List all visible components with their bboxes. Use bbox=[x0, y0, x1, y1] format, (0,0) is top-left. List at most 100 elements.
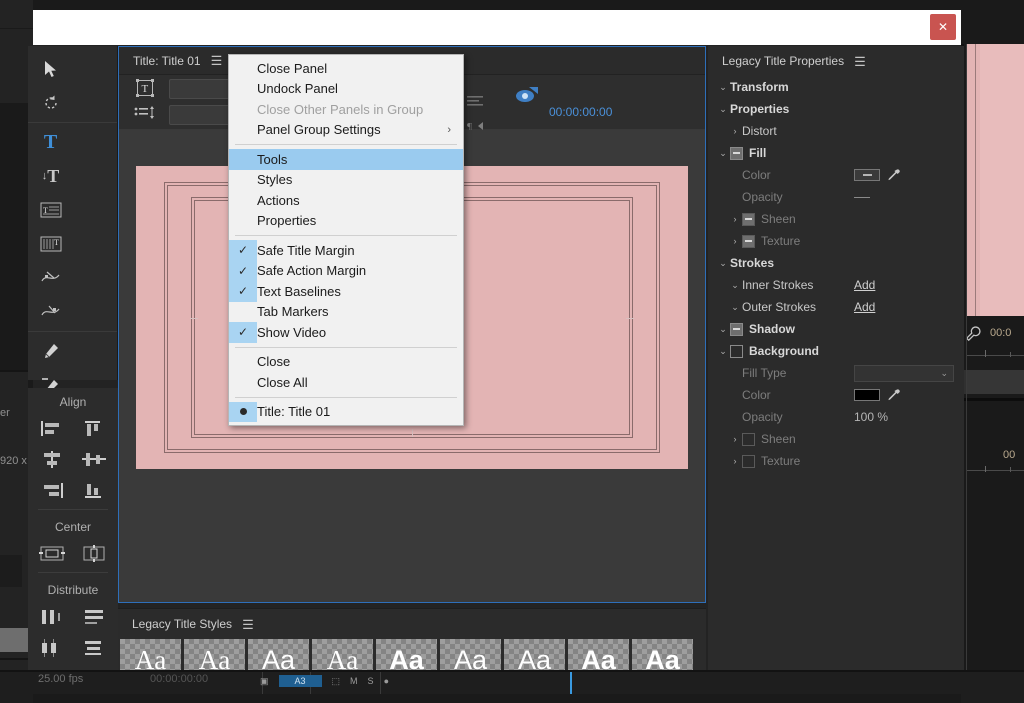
chevron-right-icon[interactable]: › bbox=[728, 236, 742, 246]
menu-item-undock-panel[interactable]: Undock Panel bbox=[229, 79, 463, 100]
chevron-down-icon[interactable]: ⌄ bbox=[716, 258, 730, 269]
chevron-right-icon[interactable]: › bbox=[728, 126, 742, 136]
vertical-type-tool[interactable]: ↓ T bbox=[28, 159, 73, 193]
menu-item-title-title-01[interactable]: Title: Title 01 bbox=[229, 401, 463, 422]
property-row-transform[interactable]: ⌄ Transform bbox=[708, 76, 964, 98]
property-row-inner-strokes[interactable]: ⌄ Inner Strokes Add bbox=[708, 274, 964, 296]
eyedropper-icon[interactable] bbox=[887, 388, 901, 402]
chevron-down-icon[interactable]: ⌄ bbox=[716, 148, 730, 159]
styles-panel-title[interactable]: Legacy Title Styles bbox=[132, 617, 232, 631]
distribute-top-button[interactable] bbox=[73, 601, 115, 632]
show-background-video-icon[interactable] bbox=[515, 85, 541, 112]
monitor-clip[interactable] bbox=[966, 370, 1024, 394]
close-icon[interactable]: ✕ bbox=[930, 14, 956, 40]
distribute-center-vertical-button[interactable] bbox=[73, 632, 115, 663]
color-swatch[interactable] bbox=[854, 169, 880, 181]
tab-title-01[interactable]: Title: Title 01 bbox=[133, 54, 201, 68]
menu-item-styles[interactable]: Styles bbox=[229, 170, 463, 191]
title-type-icon[interactable]: T bbox=[136, 79, 154, 102]
menu-item-tab-markers[interactable]: Tab Markers bbox=[229, 302, 463, 323]
property-row-texture[interactable]: › Texture bbox=[708, 450, 964, 472]
property-row-sheen[interactable]: › Sheen bbox=[708, 208, 964, 230]
track-mute-icon[interactable]: M bbox=[350, 676, 358, 686]
wrench-icon[interactable] bbox=[965, 326, 985, 344]
chevron-down-icon[interactable]: ⌄ bbox=[728, 302, 742, 313]
center-vertically-button[interactable] bbox=[73, 538, 115, 569]
add-stroke-link[interactable]: Add bbox=[854, 278, 875, 292]
align-center-vertical-button[interactable] bbox=[73, 444, 115, 475]
menu-item-tools[interactable]: Tools bbox=[229, 149, 463, 170]
track-voiceover-icon[interactable]: ● bbox=[384, 676, 389, 686]
property-row-shadow[interactable]: ⌄ Shadow bbox=[708, 318, 964, 340]
property-row-distort[interactable]: › Distort bbox=[708, 120, 964, 142]
chevron-right-icon[interactable]: › bbox=[728, 214, 742, 224]
vertical-path-type-tool[interactable] bbox=[28, 295, 73, 329]
align-left-button[interactable] bbox=[31, 413, 73, 444]
vertical-area-type-tool[interactable]: T bbox=[28, 227, 73, 261]
property-row-opacity[interactable]: Opacity 100 % bbox=[708, 406, 964, 428]
selection-tool[interactable] bbox=[28, 52, 73, 86]
align-top-button[interactable] bbox=[73, 413, 115, 444]
color-swatch[interactable] bbox=[854, 389, 880, 401]
type-tool[interactable]: T bbox=[28, 125, 73, 159]
align-center-horizontal-button[interactable] bbox=[31, 444, 73, 475]
property-row-strokes[interactable]: ⌄ Strokes bbox=[708, 252, 964, 274]
property-row-color[interactable]: Color bbox=[708, 384, 964, 406]
menu-item-safe-title-margin[interactable]: ✓ Safe Title Margin bbox=[229, 240, 463, 261]
chevron-right-icon[interactable]: › bbox=[728, 434, 742, 444]
menu-item-text-baselines[interactable]: ✓ Text Baselines bbox=[229, 281, 463, 302]
distribute-center-horizontal-button[interactable] bbox=[31, 632, 73, 663]
menu-item-close-all[interactable]: Close All bbox=[229, 372, 463, 393]
menu-item-close-panel[interactable]: Close Panel bbox=[229, 58, 463, 79]
distribute-left-button[interactable] bbox=[31, 601, 73, 632]
property-row-outer-strokes[interactable]: ⌄ Outer Strokes Add bbox=[708, 296, 964, 318]
property-row-sheen[interactable]: › Sheen bbox=[708, 428, 964, 450]
properties-panel-menu-icon[interactable]: ☰ bbox=[854, 55, 866, 68]
properties-panel-title[interactable]: Legacy Title Properties bbox=[722, 54, 844, 68]
panel-menu-icon[interactable]: ☰ bbox=[211, 54, 223, 67]
fill-type-dropdown[interactable]: ⌄ bbox=[854, 364, 954, 382]
property-row-texture[interactable]: › Texture bbox=[708, 230, 964, 252]
align-right-button[interactable] bbox=[31, 475, 73, 506]
menu-item-panel-group-settings[interactable]: Panel Group Settings › bbox=[229, 120, 463, 141]
path-type-tool[interactable] bbox=[28, 261, 73, 295]
title-timecode[interactable]: 00:00:00:00 bbox=[549, 105, 612, 119]
menu-item-safe-action-margin[interactable]: ✓ Safe Action Margin bbox=[229, 260, 463, 281]
align-bottom-button[interactable] bbox=[73, 475, 115, 506]
property-row-opacity[interactable]: Opacity bbox=[708, 186, 964, 208]
eyedropper-icon[interactable] bbox=[887, 168, 901, 182]
menu-item-properties[interactable]: Properties bbox=[229, 211, 463, 232]
text-align-icon[interactable] bbox=[467, 95, 485, 113]
area-type-tool[interactable]: T bbox=[28, 193, 73, 227]
menu-item-close[interactable]: Close bbox=[229, 352, 463, 373]
track-solo-icon[interactable]: S bbox=[368, 676, 374, 686]
pen-tool[interactable] bbox=[28, 334, 73, 368]
track-label-a3[interactable]: A3 bbox=[278, 675, 322, 687]
center-horizontally-button[interactable] bbox=[31, 538, 73, 569]
checkbox-texture[interactable] bbox=[742, 234, 755, 248]
chevron-down-icon[interactable]: ⌄ bbox=[716, 82, 730, 93]
property-row-fill-type[interactable]: Fill Type ⌄ bbox=[708, 362, 964, 384]
chevron-down-icon[interactable]: ⌄ bbox=[716, 324, 730, 335]
chevron-down-icon[interactable]: ⌄ bbox=[716, 346, 730, 357]
checkbox-fill[interactable] bbox=[730, 146, 743, 160]
property-row-background[interactable]: ⌄ Background bbox=[708, 340, 964, 362]
chevron-down-icon[interactable]: ⌄ bbox=[716, 104, 730, 115]
checkbox-sheen[interactable] bbox=[742, 432, 755, 446]
left-partial-scrollbar[interactable] bbox=[0, 628, 28, 652]
menu-item-show-video[interactable]: ✓ Show Video bbox=[229, 322, 463, 343]
chevron-down-icon[interactable]: ⌄ bbox=[728, 280, 742, 291]
chevron-right-icon[interactable]: › bbox=[728, 456, 742, 466]
rotation-tool[interactable] bbox=[28, 86, 73, 120]
checkbox-sheen[interactable] bbox=[742, 212, 755, 226]
checkbox-background[interactable] bbox=[730, 344, 743, 358]
styles-panel-menu-icon[interactable]: ☰ bbox=[242, 618, 254, 631]
property-row-properties[interactable]: ⌄ Properties bbox=[708, 98, 964, 120]
track-visibility-icon[interactable]: ⬚ bbox=[332, 676, 341, 687]
property-row-color[interactable]: Color bbox=[708, 164, 964, 186]
checkbox-texture[interactable] bbox=[742, 454, 755, 468]
checkbox-shadow[interactable] bbox=[730, 322, 743, 336]
add-stroke-link[interactable]: Add bbox=[854, 300, 875, 314]
title-leading-icon[interactable] bbox=[134, 106, 156, 125]
menu-item-actions[interactable]: Actions bbox=[229, 190, 463, 211]
